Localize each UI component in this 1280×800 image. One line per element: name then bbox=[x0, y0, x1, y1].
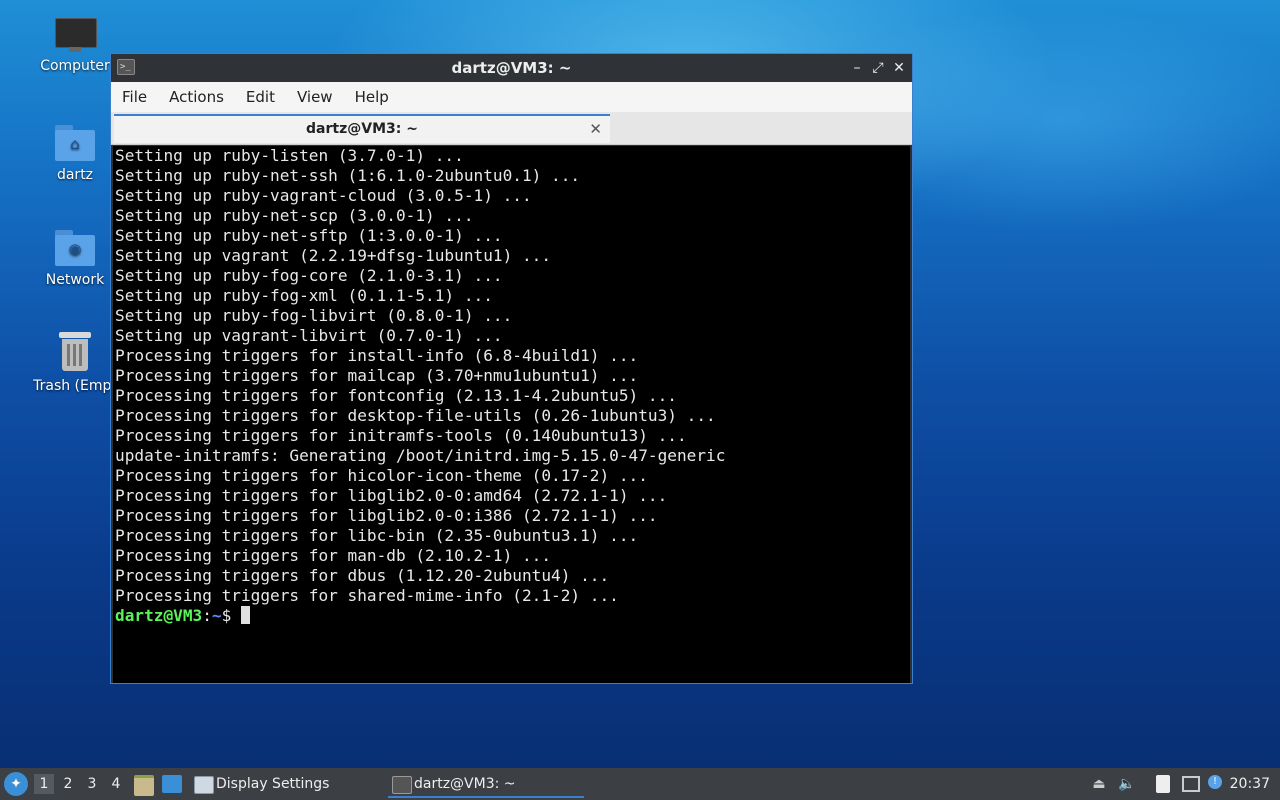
workspace-2[interactable]: 2 bbox=[58, 774, 78, 794]
terminal-line: Setting up vagrant-libvirt (0.7.0-1) ... bbox=[115, 326, 503, 345]
taskbar: ✦ 1 2 3 4 Display Settings dartz@VM3: ~ … bbox=[0, 768, 1280, 800]
terminal-line: Processing triggers for dbus (1.12.20-2u… bbox=[115, 566, 610, 585]
menu-edit[interactable]: Edit bbox=[235, 82, 286, 112]
terminal-line: Processing triggers for fontconfig (2.13… bbox=[115, 386, 677, 405]
terminal-line: Processing triggers for install-info (6.… bbox=[115, 346, 639, 365]
terminal-lines: Setting up ruby-listen (3.7.0-1) ... Sett… bbox=[115, 146, 725, 626]
trash-icon bbox=[57, 330, 93, 372]
menu-help[interactable]: Help bbox=[344, 82, 400, 112]
terminal-line: Setting up ruby-fog-libvirt (0.8.0-1) ..… bbox=[115, 306, 513, 325]
start-menu-icon[interactable]: ✦ bbox=[4, 772, 28, 796]
task-label: Display Settings bbox=[216, 776, 330, 792]
tab-close-button[interactable]: ✕ bbox=[589, 116, 602, 142]
clipboard-icon[interactable] bbox=[1156, 775, 1170, 793]
home-folder-icon: ⌂ bbox=[55, 123, 95, 161]
task-display-settings[interactable]: Display Settings bbox=[190, 770, 370, 798]
terminal-window: >_ dartz@VM3: ~ – ⤢ ✕ File Actions Edit Vie… bbox=[110, 53, 913, 684]
terminal-cursor bbox=[241, 606, 251, 624]
terminal-line: Setting up ruby-listen (3.7.0-1) ... bbox=[115, 146, 464, 165]
menu-actions[interactable]: Actions bbox=[158, 82, 235, 112]
menu-file[interactable]: File bbox=[111, 82, 158, 112]
volume-icon[interactable]: 🔈 bbox=[1118, 775, 1136, 793]
terminal-line: Processing triggers for libglib2.0-0:i38… bbox=[115, 506, 658, 525]
terminal-line: Processing triggers for desktop-file-uti… bbox=[115, 406, 716, 425]
clock[interactable]: 20:37 bbox=[1230, 768, 1270, 800]
terminal-prompt[interactable]: dartz@VM3:~$ bbox=[115, 606, 725, 626]
close-button[interactable]: ✕ bbox=[890, 58, 908, 78]
terminal-line: Setting up vagrant (2.2.19+dfsg-1ubuntu1… bbox=[115, 246, 552, 265]
prompt-separator: : bbox=[202, 606, 212, 625]
prompt-user-host: dartz@VM3 bbox=[115, 606, 203, 625]
terminal-line: Setting up ruby-net-sftp (1:3.0.0-1) ... bbox=[115, 226, 503, 245]
maximize-button[interactable]: ⤢ bbox=[869, 58, 887, 78]
minimize-button[interactable]: – bbox=[848, 58, 866, 78]
network-icon[interactable] bbox=[1182, 776, 1200, 792]
task-terminal[interactable]: dartz@VM3: ~ bbox=[388, 770, 584, 798]
workspace-3[interactable]: 3 bbox=[82, 774, 102, 794]
terminal-line: Setting up ruby-fog-core (2.1.0-3.1) ... bbox=[115, 266, 503, 285]
file-manager-launcher-icon[interactable] bbox=[134, 775, 154, 796]
terminal-line: Setting up ruby-net-scp (3.0.0-1) ... bbox=[115, 206, 474, 225]
show-desktop-icon[interactable] bbox=[162, 775, 182, 793]
terminal-line: Setting up ruby-fog-xml (0.1.1-5.1) ... bbox=[115, 286, 493, 305]
task-label: dartz@VM3: ~ bbox=[414, 776, 516, 792]
terminal-task-icon bbox=[392, 776, 412, 794]
tab-bar: dartz@VM3: ~ ✕ bbox=[111, 112, 912, 145]
network-folder-icon: ◉ bbox=[55, 228, 95, 266]
workspace-4[interactable]: 4 bbox=[106, 774, 126, 794]
window-title: dartz@VM3: ~ bbox=[451, 59, 572, 77]
eject-icon[interactable]: ⏏ bbox=[1090, 775, 1108, 793]
tab-terminal[interactable]: dartz@VM3: ~ ✕ bbox=[114, 114, 610, 143]
menu-bar: File Actions Edit View Help bbox=[111, 82, 912, 112]
terminal-line: update-initramfs: Generating /boot/initr… bbox=[115, 446, 726, 465]
tab-label: dartz@VM3: ~ bbox=[306, 121, 418, 137]
window-titlebar[interactable]: >_ dartz@VM3: ~ – ⤢ ✕ bbox=[111, 54, 912, 82]
update-notifier-icon[interactable]: ! bbox=[1208, 775, 1222, 789]
terminal-line: Processing triggers for initramfs-tools … bbox=[115, 426, 687, 445]
workspace-1[interactable]: 1 bbox=[34, 774, 54, 794]
computer-icon bbox=[55, 18, 97, 52]
terminal-line: Processing triggers for libc-bin (2.35-0… bbox=[115, 526, 639, 545]
terminal-line: Processing triggers for man-db (2.10.2-1… bbox=[115, 546, 552, 565]
terminal-line: Processing triggers for hicolor-icon-the… bbox=[115, 466, 648, 485]
prompt-path: ~ bbox=[211, 606, 222, 625]
menu-view[interactable]: View bbox=[286, 82, 344, 112]
terminal-line: Processing triggers for shared-mime-info… bbox=[115, 586, 619, 605]
terminal-line: Setting up ruby-vagrant-cloud (3.0.5-1) … bbox=[115, 186, 532, 205]
terminal-output[interactable]: Setting up ruby-listen (3.7.0-1) ... Sett… bbox=[113, 146, 910, 683]
display-settings-icon bbox=[194, 776, 214, 794]
terminal-line: Processing triggers for libglib2.0-0:amd… bbox=[115, 486, 668, 505]
terminal-line: Setting up ruby-net-ssh (1:6.1.0-2ubuntu… bbox=[115, 166, 581, 185]
prompt-symbol: $ bbox=[221, 606, 242, 625]
terminal-line: Processing triggers for mailcap (3.70+nm… bbox=[115, 366, 639, 385]
